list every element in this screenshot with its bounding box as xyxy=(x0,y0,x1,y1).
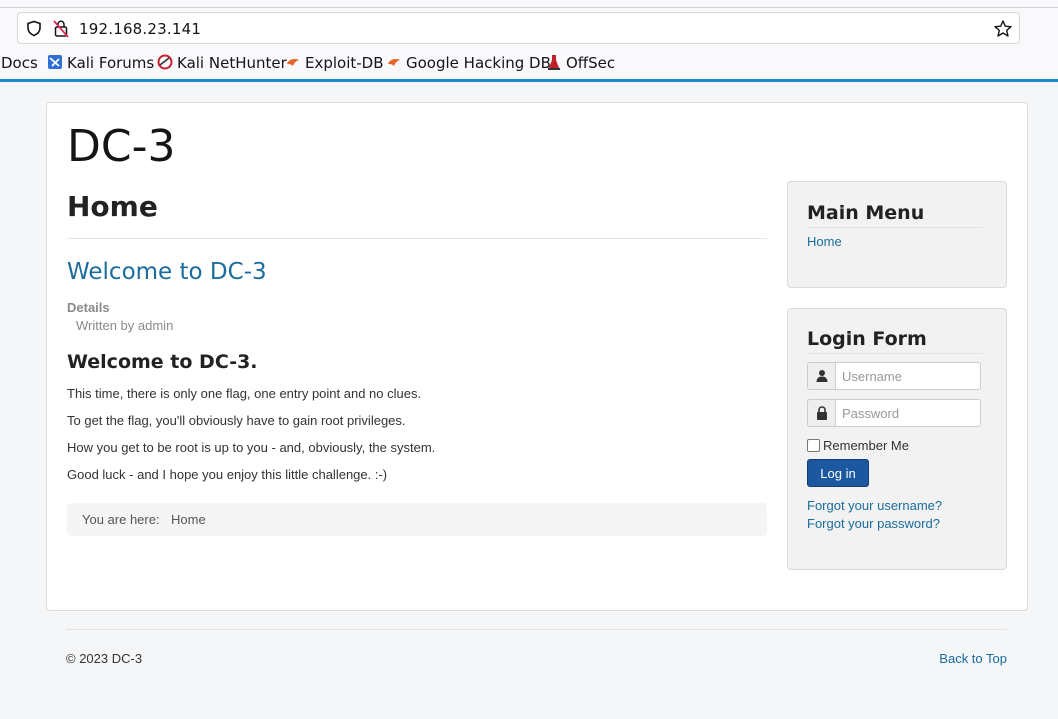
main-menu-item-home[interactable]: Home xyxy=(807,234,842,249)
bookmark-label: Google Hacking DB xyxy=(406,54,551,72)
page-title: Home xyxy=(67,190,158,223)
bookmark-docs[interactable]: Docs xyxy=(1,54,38,72)
forgot-password-link[interactable]: Forgot your password? xyxy=(807,516,940,531)
bookmark-kali-nethunter[interactable]: Kali NetHunter xyxy=(157,54,287,72)
bookmark-label: Docs xyxy=(1,54,38,72)
login-form-module: Login Form Remember Me Log in Forgot you… xyxy=(787,308,1007,570)
main-menu-title: Main Menu xyxy=(807,202,925,224)
remember-me-label: Remember Me xyxy=(823,438,909,453)
user-icon xyxy=(816,370,828,382)
browser-chrome: 192.168.23.141 Docs Kali Forums Kali Net… xyxy=(0,0,1058,82)
login-button[interactable]: Log in xyxy=(807,459,869,487)
password-group xyxy=(807,399,981,427)
module-divider xyxy=(807,353,983,354)
bookmarks-toolbar: Docs Kali Forums Kali NetHunter Exploit-… xyxy=(0,51,1058,75)
bookmark-offsec[interactable]: OffSec xyxy=(546,54,615,72)
article-paragraph: This time, there is only one flag, one e… xyxy=(67,386,422,401)
footer-copyright: © 2023 DC-3 xyxy=(66,651,143,666)
bookmark-kali-forums[interactable]: Kali Forums xyxy=(47,54,154,72)
bookmark-label: Kali NetHunter xyxy=(177,54,287,72)
offsec-icon xyxy=(548,55,560,70)
main-menu-module: Main Menu Home xyxy=(787,181,1007,288)
url-text[interactable]: 192.168.23.141 xyxy=(79,20,201,38)
address-bar[interactable]: 192.168.23.141 xyxy=(17,12,1020,44)
article-paragraph: How you get to be root is up to you - an… xyxy=(67,440,436,455)
username-field[interactable] xyxy=(835,362,981,390)
bookmark-exploit-db[interactable]: Exploit-DB xyxy=(285,54,384,72)
module-divider xyxy=(807,227,983,228)
heading-divider xyxy=(67,238,767,239)
article-title-link[interactable]: Welcome to DC-3 xyxy=(67,259,267,285)
lock-icon xyxy=(817,406,827,420)
article-subheading: Welcome to DC-3. xyxy=(67,351,258,373)
login-form-title: Login Form xyxy=(807,328,927,350)
chrome-accent-bar xyxy=(0,79,1058,82)
chrome-divider xyxy=(0,7,1058,8)
back-to-top-link[interactable]: Back to Top xyxy=(939,651,1007,666)
remember-me-checkbox[interactable] xyxy=(807,439,820,452)
google-hacking-db-icon xyxy=(388,59,400,66)
bookmark-label: Kali Forums xyxy=(67,54,155,72)
exploit-db-icon xyxy=(287,59,299,66)
password-field[interactable] xyxy=(835,399,981,427)
kali-forums-icon xyxy=(48,55,62,69)
bookmark-star-icon[interactable] xyxy=(993,19,1013,39)
breadcrumb-label: You are here: xyxy=(82,512,160,527)
bookmark-google-hacking-db[interactable]: Google Hacking DB xyxy=(386,54,551,72)
insecure-lock-icon[interactable] xyxy=(53,19,69,38)
author-info: Written by admin xyxy=(76,318,174,333)
article-paragraph: Good luck - and I hope you enjoy this li… xyxy=(67,467,388,482)
shield-icon[interactable] xyxy=(26,20,42,37)
breadcrumb-current: Home xyxy=(171,512,206,527)
breadcrumb: You are here: Home xyxy=(67,503,767,536)
footer-divider xyxy=(66,629,1007,630)
article-paragraph: To get the flag, you'll obviously have t… xyxy=(67,413,406,428)
bookmark-label: OffSec xyxy=(566,54,616,72)
remember-me[interactable]: Remember Me xyxy=(807,438,909,453)
user-addon xyxy=(807,362,836,390)
username-group xyxy=(807,362,981,390)
lock-addon xyxy=(807,399,836,427)
site-title[interactable]: DC-3 xyxy=(67,121,175,172)
bookmark-label: Exploit-DB xyxy=(305,54,384,72)
forgot-username-link[interactable]: Forgot your username? xyxy=(807,498,942,513)
kali-nethunter-icon xyxy=(157,54,173,70)
details-label: Details xyxy=(67,300,110,315)
